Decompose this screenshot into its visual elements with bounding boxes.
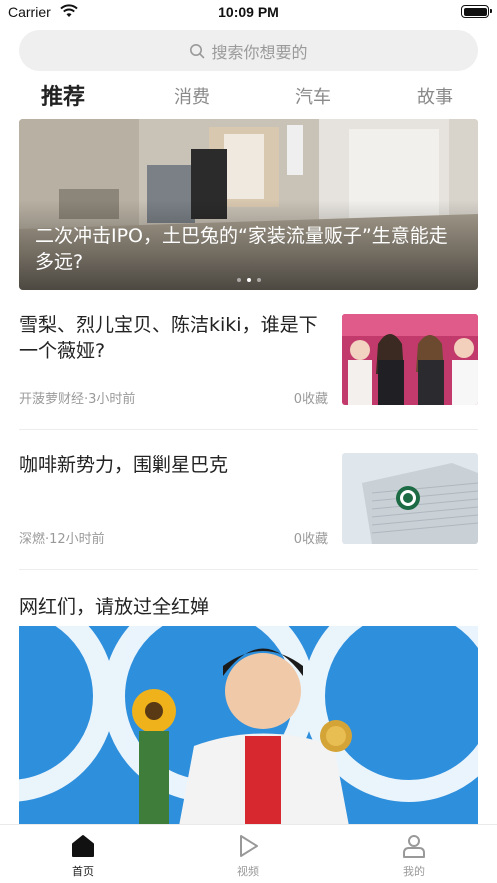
article-source: 深燃·12小时前 <box>19 532 105 547</box>
tab-stories[interactable]: 故事 <box>417 82 453 114</box>
article-title: 雪梨、烈儿宝贝、陈洁kiki，谁是下一个薇娅? <box>19 314 318 362</box>
tab-consumption[interactable]: 消费 <box>174 82 210 114</box>
nav-video-label: 视频 <box>237 865 259 878</box>
carousel-dot[interactable] <box>256 278 261 282</box>
clock: 10:09 PM <box>218 4 279 20</box>
feature-title[interactable]: 网红们，请放过全红婵 <box>19 592 209 619</box>
search-placeholder: 搜索你想要的 <box>211 42 308 62</box>
divider <box>19 429 478 430</box>
favorite-count: 0收藏 <box>293 392 328 407</box>
tab-recommend[interactable]: 推荐 <box>41 82 85 114</box>
nav-home-label: 首页 <box>72 865 94 878</box>
category-tabs: 推荐 消费 汽车 故事 <box>19 82 478 116</box>
article-title: 咖啡新势力，围剿星巴克 <box>19 454 229 476</box>
battery-icon <box>461 5 492 18</box>
article-thumbnail <box>342 314 478 405</box>
article-source: 开菠萝财经·3小时前 <box>19 392 136 407</box>
nav-profile[interactable]: 我的 <box>374 833 454 879</box>
play-icon <box>240 835 258 857</box>
banner-title: 二次冲击IPO，土巴兔的“家装流量贩子”生意能走多远? <box>35 225 448 273</box>
carousel-indicator <box>19 278 478 282</box>
search-icon <box>190 43 205 58</box>
divider <box>19 569 478 570</box>
list-item[interactable]: 咖啡新势力，围剿星巴克 深燃·12小时前 0收藏 <box>19 452 478 552</box>
featured-banner[interactable]: 二次冲击IPO，土巴兔的“家装流量贩子”生意能走多远? <box>19 119 478 290</box>
home-icon <box>72 835 94 857</box>
list-item[interactable]: 雪梨、烈儿宝贝、陈洁kiki，谁是下一个薇娅? 开菠萝财经·3小时前 0收藏 <box>19 312 478 412</box>
carousel-dot-active[interactable] <box>246 278 251 282</box>
nav-video[interactable]: 视频 <box>208 833 288 879</box>
tab-auto[interactable]: 汽车 <box>295 82 331 114</box>
nav-home[interactable]: 首页 <box>43 833 123 879</box>
status-bar: Carrier 10:09 PM <box>0 0 497 26</box>
feature-image[interactable] <box>19 626 478 826</box>
nav-profile-label: 我的 <box>403 865 425 878</box>
article-thumbnail <box>342 453 478 544</box>
favorite-count: 0收藏 <box>293 532 328 547</box>
bottom-tab-bar: 首页 视频 我的 <box>0 824 497 883</box>
carousel-dot[interactable] <box>236 278 241 282</box>
search-input[interactable]: 搜索你想要的 <box>19 30 478 71</box>
user-icon <box>403 835 425 858</box>
